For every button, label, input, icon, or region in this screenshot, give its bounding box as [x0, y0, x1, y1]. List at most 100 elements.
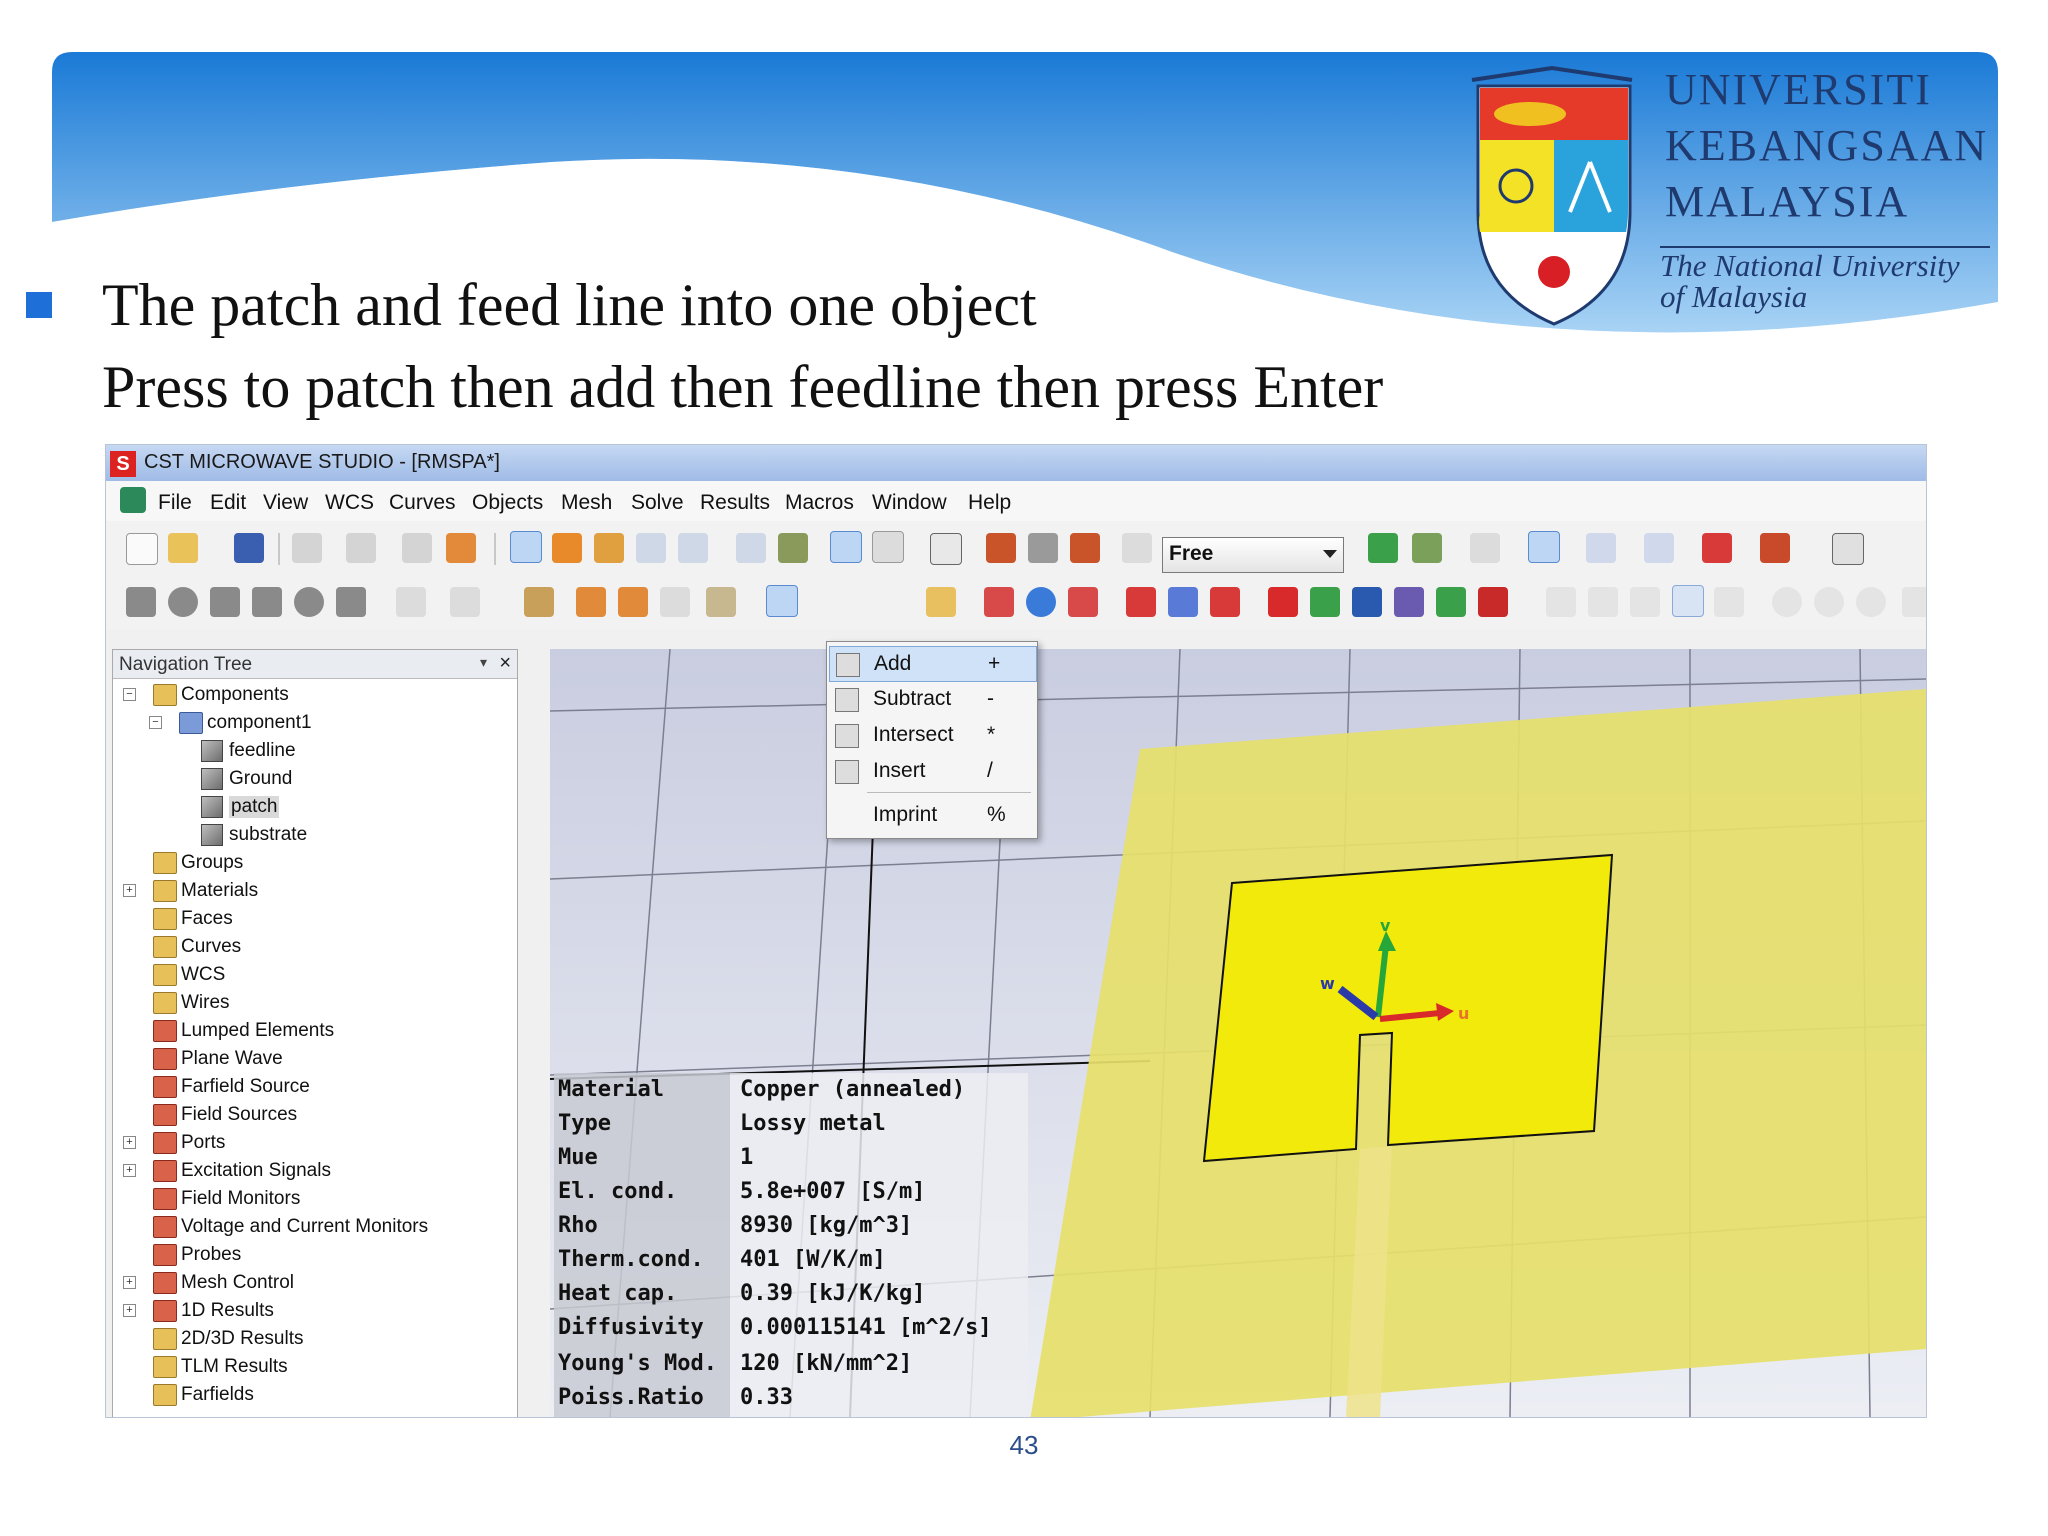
torus-icon[interactable]: [294, 587, 324, 617]
menu-item-add[interactable]: Add +: [829, 646, 1037, 682]
folder-icon: [153, 1020, 177, 1042]
pan-icon[interactable]: [594, 533, 624, 563]
cone-icon[interactable]: [252, 587, 282, 617]
expand-icon[interactable]: +: [123, 1304, 136, 1317]
asymptotic-solver-icon[interactable]: [1436, 587, 1466, 617]
menu-item-insert[interactable]: Insert /: [829, 754, 1035, 788]
pick-icon[interactable]: [830, 531, 862, 563]
menu-solve[interactable]: Solve: [631, 491, 684, 515]
history-icon[interactable]: [402, 533, 432, 563]
face-icon[interactable]: [1068, 587, 1098, 617]
menu-objects[interactable]: Objects: [472, 491, 543, 515]
print-icon[interactable]: [292, 533, 322, 563]
zoom-window-icon[interactable]: [678, 533, 708, 563]
palette-icon[interactable]: [1122, 533, 1152, 563]
wire-icon[interactable]: [984, 587, 1014, 617]
lumped-icon[interactable]: [1210, 587, 1240, 617]
transform-icon[interactable]: [576, 587, 606, 617]
pick-points-icon[interactable]: [706, 587, 736, 617]
open-folder-icon[interactable]: [168, 533, 198, 563]
expand-icon[interactable]: +: [123, 1164, 136, 1177]
tlm-solver-icon[interactable]: [1478, 587, 1508, 617]
menu-edit[interactable]: Edit: [210, 491, 246, 515]
paint-icon[interactable]: [1070, 533, 1100, 563]
report-icon[interactable]: [1644, 533, 1674, 563]
result-phase-icon[interactable]: [1714, 587, 1744, 617]
boolean-icon[interactable]: [766, 585, 798, 617]
expand-icon[interactable]: +: [123, 1136, 136, 1149]
menu-item-subtract[interactable]: Subtract -: [829, 682, 1035, 716]
brick-icon[interactable]: [126, 587, 156, 617]
expand-icon[interactable]: +: [123, 1276, 136, 1289]
ruler-icon[interactable]: [926, 587, 956, 617]
expand-icon[interactable]: +: [123, 884, 136, 897]
export-plot-icon[interactable]: [1902, 587, 1926, 617]
time-solver-icon[interactable]: [1268, 587, 1298, 617]
axes-view-icon[interactable]: [1528, 531, 1560, 563]
save-icon[interactable]: [234, 533, 264, 563]
percent-icon[interactable]: [1702, 533, 1732, 563]
menu-macros[interactable]: Macros: [785, 491, 854, 515]
navigation-tree-panel: Navigation Tree ▾ × − Components − compo…: [112, 649, 518, 1417]
tree-item-label: Probes: [181, 1244, 242, 1265]
menu-file[interactable]: File: [158, 491, 192, 515]
rotate-shape-icon[interactable]: [396, 587, 426, 617]
brush-icon[interactable]: [986, 533, 1016, 563]
gear-icon[interactable]: [1028, 533, 1058, 563]
menu-curves[interactable]: Curves: [389, 491, 456, 515]
result-db-icon[interactable]: [1672, 585, 1704, 617]
menu-help[interactable]: Help: [968, 491, 1011, 515]
cylinder-icon[interactable]: [210, 587, 240, 617]
result-view-icon[interactable]: [1586, 533, 1616, 563]
menu-results[interactable]: Results: [700, 491, 770, 515]
spin-icon[interactable]: [552, 533, 582, 563]
no-entry-icon[interactable]: [1832, 533, 1864, 565]
menu-wcs[interactable]: WCS: [325, 491, 374, 515]
probe-icon[interactable]: [1760, 533, 1790, 563]
menu-item-imprint[interactable]: Imprint %: [829, 798, 1035, 832]
menu-item-label: Intersect: [873, 723, 954, 746]
collapse-icon[interactable]: −: [123, 688, 136, 701]
result-mag-icon[interactable]: [1630, 587, 1660, 617]
align-icon[interactable]: [618, 587, 648, 617]
extrude-icon[interactable]: [336, 587, 366, 617]
menu-item-shortcut: /: [987, 759, 993, 782]
polar-icon[interactable]: [1772, 587, 1802, 617]
menu-mesh[interactable]: Mesh: [561, 491, 612, 515]
smith-admittance-icon[interactable]: [1856, 587, 1886, 617]
rotate-view-icon[interactable]: [510, 531, 542, 563]
menu-window[interactable]: Window: [872, 491, 947, 515]
view-mode-select[interactable]: Free: [1162, 537, 1344, 573]
working-plane-icon[interactable]: [872, 531, 904, 563]
smith-icon[interactable]: [1814, 587, 1844, 617]
loft-icon[interactable]: [450, 587, 480, 617]
mesh-settings-icon[interactable]: [1412, 533, 1442, 563]
result-re-icon[interactable]: [1546, 587, 1576, 617]
clock-icon[interactable]: [524, 587, 554, 617]
new-file-icon[interactable]: [126, 533, 158, 565]
pin-icon[interactable]: ▾: [480, 654, 487, 671]
view-options-icon[interactable]: [778, 533, 808, 563]
close-icon[interactable]: ×: [499, 652, 511, 675]
eigenmode-solver-icon[interactable]: [1352, 587, 1382, 617]
fit-view-icon[interactable]: [736, 533, 766, 563]
import-icon[interactable]: [446, 533, 476, 563]
discrete-port-icon[interactable]: [1168, 587, 1198, 617]
curve-icon[interactable]: [1026, 587, 1056, 617]
port-icon[interactable]: [1126, 587, 1156, 617]
stop-icon[interactable]: [346, 533, 376, 563]
tree-item-label: Curves: [181, 936, 242, 957]
collapse-icon[interactable]: −: [149, 716, 162, 729]
menu-view[interactable]: View: [263, 491, 308, 515]
result-im-icon[interactable]: [1588, 587, 1618, 617]
mesh-view-icon[interactable]: [1368, 533, 1398, 563]
sphere-icon[interactable]: [168, 587, 198, 617]
app-menu-icon[interactable]: [120, 487, 146, 513]
blend-icon[interactable]: [660, 587, 690, 617]
menu-item-intersect[interactable]: Intersect *: [829, 718, 1035, 752]
cube-view-icon[interactable]: [930, 533, 962, 565]
integral-solver-icon[interactable]: [1394, 587, 1424, 617]
zoom-icon[interactable]: [636, 533, 666, 563]
frequency-solver-icon[interactable]: [1310, 587, 1340, 617]
mesh-disabled-icon[interactable]: [1470, 533, 1500, 563]
